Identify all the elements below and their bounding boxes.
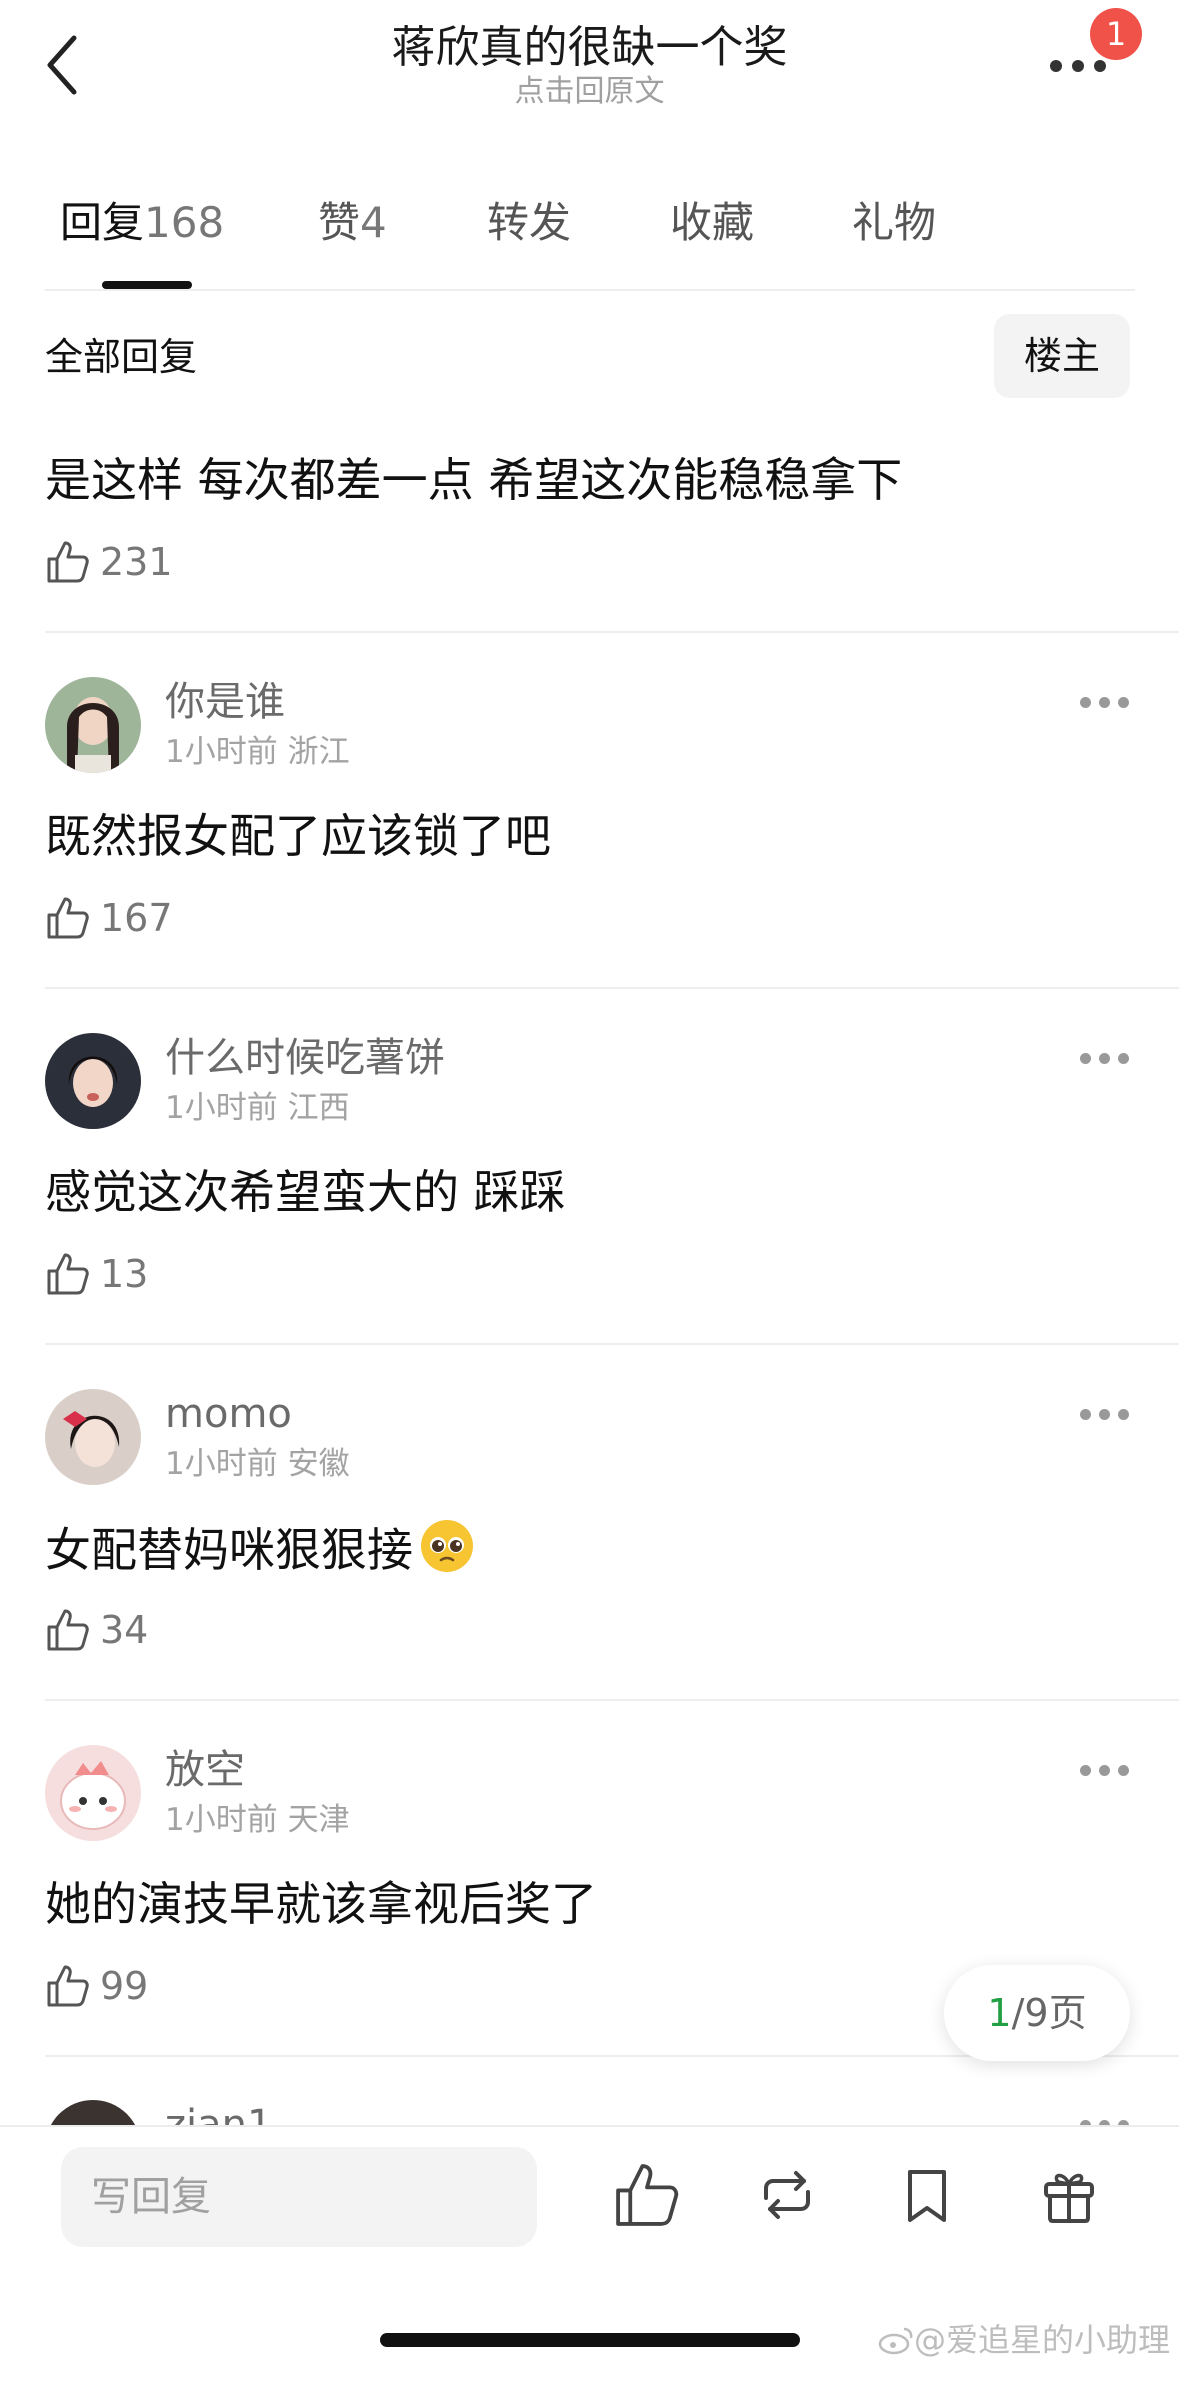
like-count: 167 [100, 896, 173, 940]
comment-more-button[interactable] [1080, 697, 1130, 711]
tab-gifts[interactable]: 礼物 [852, 195, 936, 251]
timestamp: 1小时前 [165, 1802, 278, 1838]
repost-icon [764, 2171, 810, 2219]
location: 浙江 [287, 734, 350, 770]
back-to-original-link[interactable]: 点击回原文 [0, 72, 1179, 112]
tab-favorites[interactable]: 收藏 [670, 195, 754, 251]
comment-text: 感觉这次希望蛮大的 踩踩 [45, 1165, 566, 1219]
like-count: 231 [100, 540, 173, 584]
current-page: 1 [987, 1991, 1012, 2035]
divider [45, 289, 1135, 291]
user-name[interactable]: momo [165, 1389, 292, 1439]
thumbs-up-icon [616, 2164, 679, 2226]
thumbs-up-icon [47, 1609, 89, 1651]
thumbs-up-icon [47, 541, 89, 583]
user-name[interactable]: 什么时候吃薯饼 [165, 1033, 445, 1083]
comment-text: 是这样 每次都差一点 希望这次能稳稳拿下 [45, 453, 903, 507]
tab-label: 回复 [60, 198, 145, 247]
all-replies-filter[interactable]: 全部回复 [45, 332, 197, 382]
tab-label: 收藏 [670, 198, 755, 247]
comment-text-content: 女配替妈咪狠狠接 [45, 1523, 413, 1577]
avatar[interactable] [45, 1745, 141, 1841]
thumbs-up-icon [47, 897, 89, 939]
divider [45, 987, 1179, 989]
reply-input[interactable]: 写回复 [61, 2147, 537, 2247]
timestamp: 1小时前 [165, 1090, 278, 1126]
like-count: 34 [100, 1608, 149, 1652]
comment-text: 女配替妈咪狠狠接 [45, 1518, 475, 1580]
tab-label: 转发 [487, 198, 572, 247]
owner-only-button[interactable]: 楼主 [994, 314, 1130, 398]
avatar[interactable] [45, 1033, 141, 1129]
avatar[interactable] [45, 677, 141, 773]
user-name[interactable]: 你是谁 [165, 677, 285, 727]
repost-button[interactable] [752, 2160, 822, 2230]
location: 天津 [287, 1802, 350, 1838]
gift-button[interactable] [1034, 2160, 1104, 2230]
tab-reposts[interactable]: 转发 [487, 195, 571, 251]
comment-meta: 1小时前 江西 [165, 1088, 350, 1128]
divider [45, 1343, 1179, 1345]
location: 安徽 [287, 1446, 350, 1482]
divider [45, 631, 1179, 633]
gift-icon [1044, 2173, 1094, 2223]
comment-more-button[interactable] [1080, 1053, 1130, 1067]
tab-replies[interactable]: 回复168 [60, 195, 224, 251]
like-count: 13 [100, 1252, 149, 1296]
timestamp: 1小时前 [165, 734, 278, 770]
user-name[interactable]: 放空 [165, 1745, 245, 1795]
weibo-logo-icon [878, 2327, 913, 2355]
bookmark-icon [908, 2170, 946, 2222]
comment-meta: 1小时前 安徽 [165, 1444, 350, 1484]
page-title: 蒋欣真的很缺一个奖 [391, 22, 788, 73]
comment-text: 既然报女配了应该锁了吧 [45, 809, 551, 863]
comment-more-button[interactable] [1080, 1409, 1130, 1423]
favorite-button[interactable] [892, 2160, 962, 2230]
thumbs-up-icon [47, 1965, 89, 2007]
comment-text: 她的演技早就该拿视后奖了 [45, 1877, 597, 1931]
home-indicator[interactable] [380, 2333, 800, 2347]
tab-label: 礼物 [852, 198, 937, 247]
location: 江西 [287, 1090, 350, 1126]
tab-label: 赞 [318, 198, 361, 247]
notification-badge: 1 [1090, 8, 1142, 60]
comment-meta: 1小时前 天津 [165, 1800, 350, 1840]
timestamp: 1小时前 [165, 1446, 278, 1482]
pleading-face-emoji-icon [421, 1520, 473, 1572]
like-count: 99 [100, 1964, 149, 2008]
tab-likes[interactable]: 赞4 [318, 195, 387, 251]
watermark-text: @爱追星的小助理 [914, 2321, 1171, 2359]
page-indicator[interactable]: 1/9页 [944, 1965, 1130, 2061]
comment-more-button[interactable] [1080, 1765, 1130, 1779]
tab-count: 4 [360, 198, 387, 247]
comment-meta: 1小时前 浙江 [165, 732, 350, 772]
divider [45, 1699, 1179, 1701]
watermark: @爱追星的小助理 [878, 2318, 1170, 2362]
total-pages: /9页 [1011, 1991, 1087, 2035]
tab-count: 168 [144, 198, 225, 247]
avatar[interactable] [45, 1389, 141, 1485]
active-tab-indicator [102, 281, 192, 289]
thumbs-up-icon [47, 1253, 89, 1295]
like-post-button[interactable] [612, 2160, 682, 2230]
